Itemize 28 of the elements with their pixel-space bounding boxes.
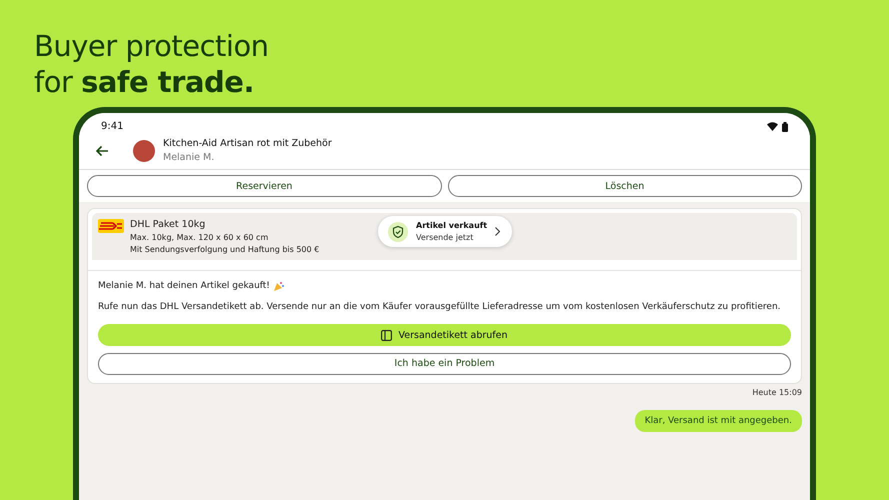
primary-button[interactable]: Versandetikett abrufen [98,324,791,346]
shipping-tracking: Mit Sendungsverfolgung und Haftung bis 500 € [130,245,320,254]
shipping-limits: Max. 10kg, Max. 120 x 60 x 60 cm [130,233,270,242]
status-time: 9:41 [101,121,124,132]
wifi-icon [767,122,778,131]
product-title: Kitchen-Aid Artisan rot mit Zubehör [163,138,332,149]
shipping-service: DHL Paket 10kg [130,219,206,230]
secondary-button[interactable]: Ich habe ein Problem [98,352,791,374]
party-popper-icon [274,281,284,291]
sold-toast[interactable]: Artikel verkauft Versende jetzt [378,216,512,247]
message-heading: Melanie M. hat deinen Artikel gekauft! [98,281,270,291]
headline-text: for safe trade. [34,64,255,100]
headline-text: Buyer protection [34,28,270,64]
action-button[interactable]: Löschen [448,175,802,197]
label-icon [381,330,392,340]
reply-bubble: Klar, Versand ist mit angegeben. [634,410,802,432]
battery-icon [782,122,788,132]
seller-name: Melanie M. [163,152,216,163]
dhl-logo-icon [98,219,124,233]
message-timestamp: Heute 15:09 [752,388,802,396]
chevron-right-icon [495,227,500,236]
message-body: Rufe nun das DHL Versandetikett ab. Versende nur an die vom Käufer vorausgefüllte Lieferadresse um vom kostenlosen Verkäuferschutz zu profitieren. [98,301,782,314]
toast-title: Artikel verkauft [416,221,488,230]
toast-subtitle: Versende jetzt [416,233,474,242]
back-arrow-icon[interactable] [95,144,109,156]
action-button[interactable]: Reservieren [87,175,442,197]
shield-check-icon [388,222,408,242]
product-thumbnail [133,140,155,162]
